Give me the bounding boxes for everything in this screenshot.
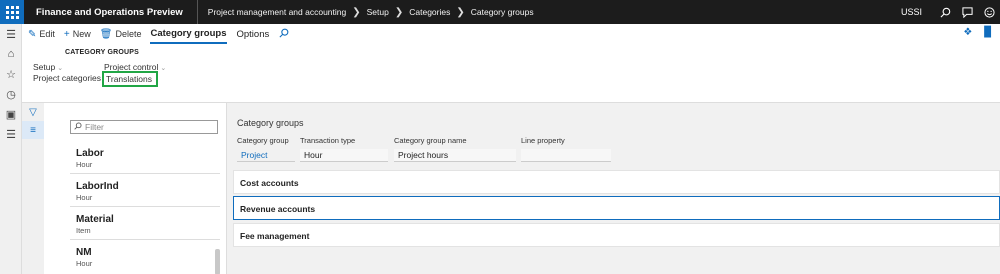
search-icon[interactable] bbox=[934, 0, 956, 24]
list-item-name: Material bbox=[76, 214, 114, 225]
category-group-value[interactable]: Project bbox=[237, 149, 295, 162]
home-icon[interactable]: ⌂ bbox=[0, 44, 22, 64]
detail-title: Category groups bbox=[237, 118, 304, 128]
transaction-type-value[interactable]: Hour bbox=[300, 149, 388, 162]
recent-clock-icon[interactable]: ◷ bbox=[0, 84, 22, 104]
fasttab-cost-accounts[interactable]: Cost accounts bbox=[233, 170, 1000, 194]
connectors-icon[interactable]: ❖ bbox=[963, 27, 972, 38]
filter-input[interactable]: Filter bbox=[70, 120, 218, 134]
comment-icon[interactable] bbox=[956, 0, 978, 24]
setup-menu[interactable]: Setup ⌄ bbox=[33, 62, 63, 72]
list-item-type: Hour bbox=[76, 160, 93, 169]
list-item-name: LaborInd bbox=[76, 181, 119, 192]
breadcrumb-item[interactable]: Setup bbox=[367, 7, 389, 17]
delete-label: Delete bbox=[115, 29, 142, 39]
list-view-icon[interactable]: ≡ bbox=[22, 121, 44, 139]
breadcrumb-item[interactable]: Category groups bbox=[471, 7, 534, 17]
category-group-name-field: Category group name Project hours bbox=[394, 136, 516, 162]
page-body: ▽ ≡ Filter Labor Hour LaborInd Hour Mate… bbox=[22, 102, 1000, 274]
list-item-name: Labor bbox=[76, 148, 104, 159]
line-property-label: Line property bbox=[521, 136, 565, 145]
chevron-down-icon: ⌄ bbox=[160, 65, 167, 72]
new-label: New bbox=[72, 29, 91, 39]
line-property-field: Line property bbox=[521, 136, 611, 162]
action-pane-group: CATEGORY GROUPS Setup ⌄ Project control ⌄ … bbox=[22, 44, 1000, 100]
transaction-type-field: Transaction type Hour bbox=[300, 136, 388, 162]
category-group-label: Category group bbox=[237, 136, 289, 145]
app-launcher-button[interactable] bbox=[0, 0, 24, 24]
list-item[interactable]: LaborInd Hour bbox=[70, 174, 220, 207]
search-icon[interactable] bbox=[279, 28, 289, 41]
fasttab-revenue-accounts[interactable]: Revenue accounts bbox=[233, 196, 1000, 220]
line-property-input[interactable] bbox=[521, 149, 611, 162]
setup-label: Setup bbox=[33, 62, 56, 72]
delete-button[interactable]: 🗑 Delete bbox=[100, 29, 142, 40]
translations-button[interactable]: Translations bbox=[102, 71, 158, 87]
breadcrumb-item[interactable]: Categories bbox=[409, 7, 450, 17]
modules-list-icon[interactable]: ☰ bbox=[0, 124, 22, 144]
top-nav-bar: Finance and Operations Preview Project m… bbox=[0, 0, 1000, 24]
list-item-type: Hour bbox=[76, 259, 93, 268]
favorites-star-icon[interactable]: ☆ bbox=[0, 64, 22, 84]
breadcrumb-item[interactable]: Project management and accounting bbox=[208, 7, 346, 17]
chevron-down-icon: ⌄ bbox=[57, 65, 64, 72]
list-item[interactable]: NM Hour bbox=[70, 240, 220, 273]
list-item-name: NM bbox=[76, 247, 92, 258]
list-item-type: Hour bbox=[76, 193, 93, 202]
pencil-icon: ✎ bbox=[28, 28, 37, 40]
trash-icon: 🗑 bbox=[99, 28, 113, 40]
plus-icon: + bbox=[63, 28, 70, 40]
chevron-right-icon: ❯ bbox=[456, 6, 465, 18]
chevron-right-icon: ❯ bbox=[394, 6, 404, 18]
edit-label: Edit bbox=[39, 29, 55, 39]
group-title: CATEGORY GROUPS bbox=[65, 49, 140, 56]
list-item-type: Item bbox=[76, 226, 91, 235]
smiley-icon[interactable] bbox=[978, 0, 1000, 24]
action-pane: ✎ Edit + New 🗑 Delete Category groups Op… bbox=[22, 24, 1000, 44]
list-pane: Filter Labor Hour LaborInd Hour Material… bbox=[44, 103, 227, 274]
list-item[interactable]: Material Item bbox=[70, 207, 220, 240]
company-picker[interactable]: USSI bbox=[901, 7, 922, 17]
tab-category-groups[interactable]: Category groups bbox=[150, 25, 227, 44]
category-group-list: Labor Hour LaborInd Hour Material Item N… bbox=[70, 141, 220, 273]
new-button[interactable]: + New bbox=[64, 29, 91, 40]
hamburger-menu-icon[interactable]: ☰ bbox=[0, 24, 22, 44]
search-icon bbox=[74, 122, 82, 132]
category-group-name-label: Category group name bbox=[394, 136, 467, 145]
transaction-type-label: Transaction type bbox=[300, 136, 356, 145]
app-title[interactable]: Finance and Operations Preview bbox=[24, 0, 198, 24]
waffle-icon bbox=[5, 5, 19, 19]
category-group-name-input[interactable]: Project hours bbox=[394, 149, 516, 162]
chevron-right-icon: ❯ bbox=[352, 6, 361, 18]
list-toolbar: ▽ ≡ bbox=[22, 103, 44, 274]
fasttab-fee-management[interactable]: Fee management bbox=[233, 223, 1000, 247]
tab-options[interactable]: Options bbox=[237, 26, 270, 43]
office-icon[interactable]: ▉ bbox=[984, 27, 992, 38]
edit-button[interactable]: ✎ Edit bbox=[28, 29, 55, 40]
filter-placeholder: Filter bbox=[85, 122, 104, 132]
category-group-field: Category group Project bbox=[237, 136, 295, 162]
detail-pane: Category groups Category group Project T… bbox=[227, 103, 1000, 274]
project-categories-button[interactable]: Project categories bbox=[33, 73, 101, 83]
workspaces-icon[interactable]: ▣ bbox=[0, 104, 22, 124]
breadcrumb: Project management and accounting ❯ Setu… bbox=[198, 7, 534, 18]
filter-icon[interactable]: ▽ bbox=[22, 103, 44, 121]
list-item[interactable]: Labor Hour bbox=[70, 141, 220, 174]
list-scrollbar[interactable] bbox=[215, 249, 220, 274]
navigation-rail: ☰ ⌂ ☆ ◷ ▣ ☰ bbox=[0, 24, 22, 274]
